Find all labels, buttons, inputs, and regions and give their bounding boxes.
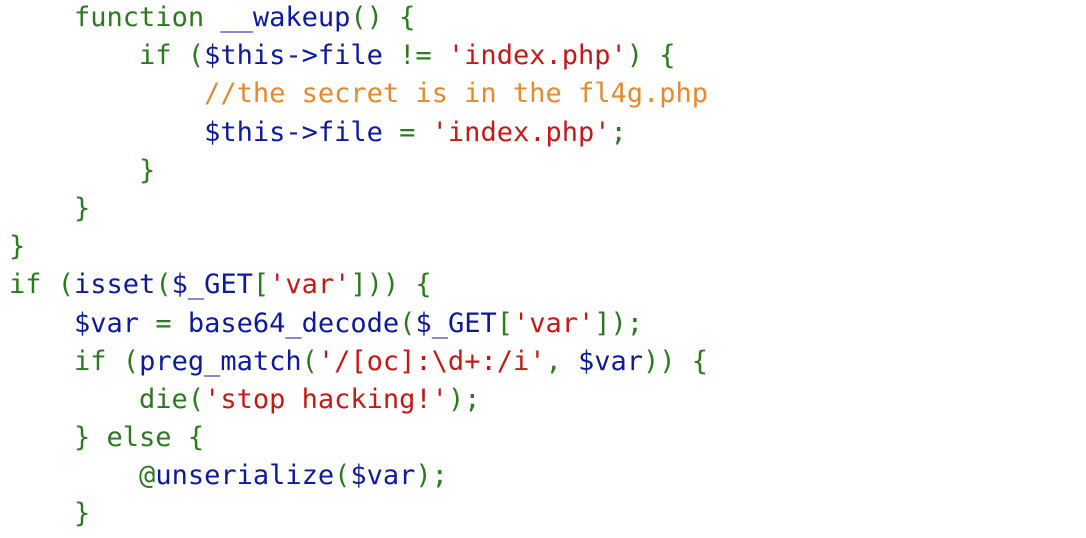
code-token-identifier: unserialize: [155, 460, 335, 492]
code-token-punctuation: =: [139, 307, 188, 339]
code-block: function __wakeup() { if ($this->file !=…: [9, 0, 708, 534]
code-line: function __wakeup() {: [9, 0, 708, 37]
code-token-punctuation: }: [74, 192, 91, 224]
code-token-variable: $var: [350, 460, 416, 492]
code-token-punctuation: [: [496, 307, 513, 339]
code-token-punctuation: [: [252, 269, 270, 301]
code-token-keyword: if (: [74, 345, 140, 377]
code-token-punctuation: (: [187, 383, 205, 415]
code-token-punctuation: } else {: [74, 422, 205, 454]
code-line: }: [9, 190, 708, 228]
code-token-variable: $var: [74, 307, 140, 339]
code-token-punctuation: )) {: [643, 345, 709, 377]
code-token-variable: $_GET: [415, 307, 497, 339]
code-token-comment: //the secret is in the fl4g.php: [204, 78, 708, 110]
code-line: }: [9, 495, 708, 533]
code-token-string-literal: 'stop hacking!': [204, 383, 448, 415]
code-token-punctuation: (: [301, 345, 318, 377]
code-token-identifier: base64_decode: [187, 307, 400, 339]
code-token-variable: $_GET: [171, 269, 253, 301]
code-line: $this->file = 'index.php';: [9, 114, 708, 152]
code-line: } else {: [9, 419, 708, 457]
code-token-keyword: if (: [9, 269, 75, 301]
code-token-keyword: @: [139, 460, 156, 492]
code-token-punctuation: (: [155, 269, 172, 301]
code-token-string-literal: 'index.php': [431, 116, 611, 148]
code-token-string-literal: 'var': [512, 307, 595, 339]
code-token-punctuation: }: [9, 231, 26, 263]
code-line: @unserialize($var);: [9, 457, 708, 495]
code-token-identifier: __wakeup: [220, 2, 351, 33]
code-token-punctuation: ,: [545, 345, 578, 377]
code-token-identifier: preg_match: [139, 345, 302, 377]
code-token-variable: $var: [577, 345, 644, 377]
code-line: $var = base64_decode($_GET['var']);: [9, 305, 708, 343]
code-token-identifier: isset: [74, 269, 156, 301]
code-token-punctuation: ) {: [626, 40, 676, 72]
code-line: }: [9, 228, 708, 266]
code-line: die('stop hacking!');: [9, 381, 708, 419]
code-token-punctuation: =: [382, 116, 432, 148]
code-token-punctuation: !=: [382, 40, 448, 72]
code-line: if (isset($_GET['var'])) {: [9, 266, 708, 304]
code-line: //the secret is in the fl4g.php: [9, 75, 708, 113]
code-token-string-literal: 'var': [269, 269, 351, 301]
code-token-punctuation: ])) {: [350, 269, 432, 301]
code-token-punctuation: () {: [350, 2, 416, 33]
code-token-punctuation: );: [447, 383, 481, 415]
code-token-variable: $this->file: [204, 40, 383, 72]
code-token-punctuation: ;: [610, 116, 627, 148]
code-token-punctuation: );: [415, 460, 448, 492]
code-token-keyword: if (: [139, 40, 205, 72]
code-token-punctuation: }: [74, 498, 91, 530]
code-token-punctuation: (: [399, 307, 416, 339]
code-token-punctuation: }: [139, 154, 156, 186]
code-token-punctuation: (: [334, 460, 351, 492]
code-token-string-literal: 'index.php': [447, 40, 627, 72]
code-line: if (preg_match('/[oc]:\d+:/i', $var)) {: [9, 343, 708, 381]
code-token-variable: $this->file: [204, 116, 383, 148]
code-line: if ($this->file != 'index.php') {: [9, 37, 708, 75]
code-line: }: [9, 152, 708, 190]
code-token-keyword: die: [139, 383, 188, 415]
code-token-punctuation: ]);: [594, 307, 644, 339]
code-token-string-literal: '/[oc]:\d+:/i': [317, 345, 546, 377]
code-token-keyword: function: [74, 2, 221, 33]
